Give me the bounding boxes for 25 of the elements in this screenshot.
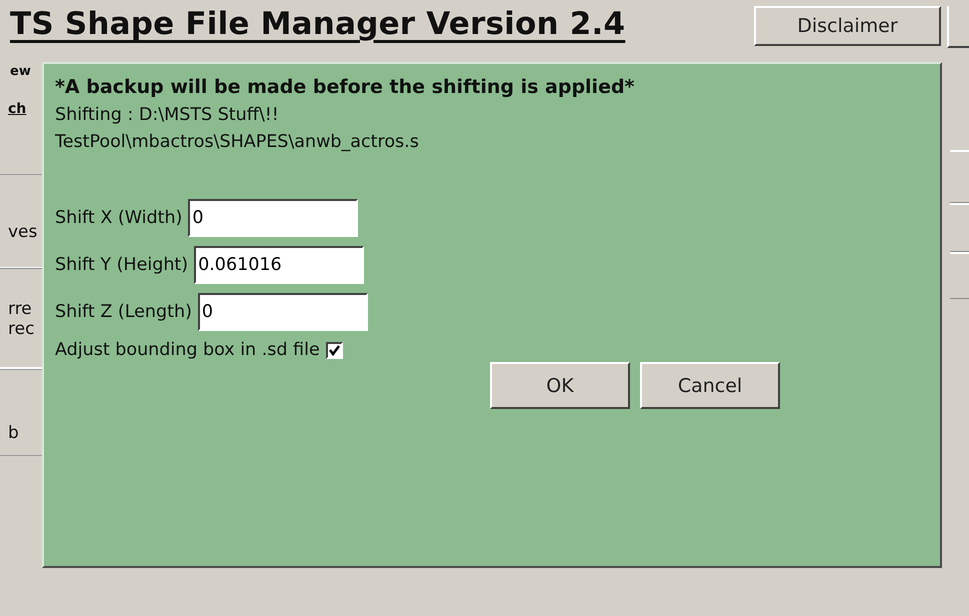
panel-edge: [950, 252, 969, 299]
background-text: rec: [8, 319, 36, 339]
dialog-button[interactable]: Cancel: [640, 362, 780, 409]
backup-warning: *A backup will be made before the shifting is applied*: [55, 76, 636, 98]
background-text: ch: [8, 101, 28, 117]
background-text: rre: [8, 299, 33, 319]
file-path-text: TestPool\mbactros\SHAPES\anwb_actros.s: [55, 131, 420, 154]
field-label: Shift X (Width): [55, 208, 182, 228]
input-field[interactable]: 0: [198, 293, 368, 331]
panel-edge: [950, 203, 969, 252]
file-path-text: Shifting : D:\MSTS Stuff\!!: [55, 104, 280, 127]
app-title: TS Shape File Manager Version 2.4: [10, 6, 626, 42]
background-text: ves: [8, 222, 38, 242]
input-field[interactable]: 0: [188, 199, 358, 237]
checkbox[interactable]: [326, 342, 343, 358]
button-edge[interactable]: [947, 6, 969, 48]
field-label: Shift Z (Length): [55, 302, 192, 322]
background-text: b: [8, 422, 20, 442]
panel-edge: [950, 150, 969, 203]
input-field[interactable]: 0.061016: [194, 246, 364, 284]
disclaimer-button[interactable]: Disclaimer: [754, 6, 942, 46]
background-text: ew: [10, 64, 32, 79]
checkbox-label: Adjust bounding box in .sd file: [55, 340, 320, 360]
dialog-button[interactable]: OK: [490, 362, 630, 409]
field-label: Shift Y (Height): [55, 255, 188, 275]
